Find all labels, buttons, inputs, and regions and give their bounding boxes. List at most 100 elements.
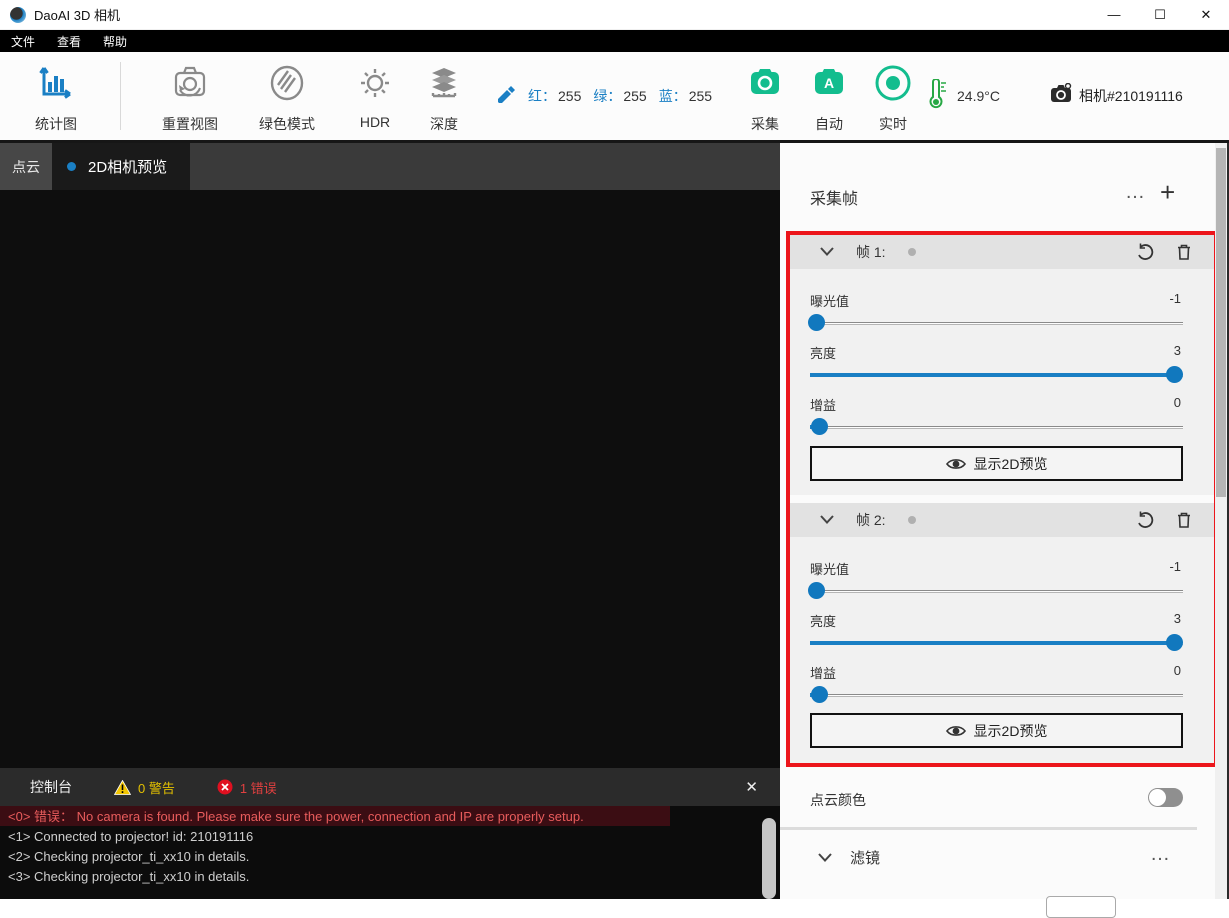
settings-panel: 采集帧 … + 帧 1: 曝光值 -1 亮度 3 增益 0 显示2D预览 帧 2… bbox=[780, 143, 1229, 918]
hdr-button[interactable]: HDR bbox=[340, 60, 410, 130]
add-frame-button[interactable]: + bbox=[1160, 177, 1175, 208]
console-scrollbar[interactable] bbox=[762, 818, 776, 899]
frame1-show-2d-preview-button[interactable]: 显示2D预览 bbox=[810, 446, 1183, 481]
chevron-down-icon[interactable] bbox=[820, 243, 834, 261]
toggle-knob bbox=[1149, 789, 1166, 806]
statistics-button[interactable]: 统计图 bbox=[21, 60, 91, 134]
green-mode-button[interactable]: 绿色模式 bbox=[252, 60, 322, 134]
depth-button[interactable]: 深度 bbox=[409, 60, 479, 134]
panel-scrollbar[interactable] bbox=[1215, 143, 1227, 899]
filter-partial-control[interactable] bbox=[1046, 896, 1116, 918]
menu-bar: 文件 查看 帮助 bbox=[0, 30, 1229, 52]
chevron-down-icon[interactable] bbox=[818, 849, 832, 867]
log-line: <1> Connected to projector! id: 21019111… bbox=[8, 829, 254, 844]
filter-more-button[interactable]: … bbox=[1150, 843, 1171, 866]
slider-thumb[interactable] bbox=[807, 314, 825, 331]
error-badge[interactable]: 1 错误 bbox=[217, 778, 277, 797]
live-button[interactable]: 实时 bbox=[868, 60, 918, 134]
window-title: DaoAI 3D 相机 bbox=[34, 8, 120, 23]
blue-value: 255 bbox=[688, 88, 713, 104]
green-label: 绿： bbox=[593, 88, 622, 104]
warning-badge[interactable]: 0 警告 bbox=[114, 778, 175, 797]
layers-icon bbox=[424, 60, 464, 106]
frame2-exposure-label: 曝光值 bbox=[810, 562, 850, 577]
panel-scrollbar-thumb[interactable] bbox=[1216, 148, 1226, 497]
green-value: 255 bbox=[623, 88, 647, 104]
slider-thumb[interactable] bbox=[807, 582, 825, 599]
pointcloud-color-toggle[interactable] bbox=[1148, 788, 1183, 807]
frame2-delete-icon[interactable] bbox=[1176, 511, 1192, 529]
error-icon bbox=[217, 779, 233, 795]
maximize-button[interactable]: ☐ bbox=[1137, 0, 1183, 30]
frame2-status-dot-icon bbox=[907, 516, 916, 524]
frame1-reset-icon[interactable] bbox=[1136, 243, 1154, 261]
filter-section-title[interactable]: 滤镜 bbox=[850, 847, 880, 868]
toolbar: 统计图 重置视图 绿色模式 HDR 深度 红： 255 绿： 255 蓝： 25… bbox=[0, 52, 1229, 140]
frame1-brightness-value: 3 bbox=[1173, 343, 1181, 358]
window-controls: — ☐ ✕ bbox=[1091, 0, 1229, 30]
tab-pointcloud[interactable]: 点云 bbox=[0, 143, 52, 190]
frame1-delete-icon[interactable] bbox=[1176, 243, 1192, 261]
frame2-gain-label: 增益 bbox=[810, 666, 837, 681]
frames-more-button[interactable]: … bbox=[1125, 181, 1146, 204]
frame1-gain-slider[interactable] bbox=[810, 418, 1183, 436]
slider-thumb[interactable] bbox=[1165, 634, 1183, 651]
slider-fill bbox=[810, 641, 1174, 645]
console-log[interactable]: <0> 错误： No camera is found. Please make … bbox=[0, 806, 780, 899]
console-scrollbar-thumb[interactable] bbox=[762, 818, 776, 899]
auto-button[interactable]: A 自动 bbox=[804, 60, 854, 134]
slider-thumb[interactable] bbox=[1165, 366, 1183, 383]
console-close-button[interactable]: ✕ bbox=[745, 778, 758, 796]
view-tab-bar: 点云 2D相机预览 bbox=[0, 143, 780, 190]
frame1-preview-label: 显示2D预览 bbox=[973, 455, 1048, 472]
red-label: 红： bbox=[528, 88, 556, 104]
slider-thumb[interactable] bbox=[811, 418, 829, 435]
slider-track[interactable] bbox=[810, 694, 1183, 697]
log-line: <2> Checking projector_ti_xx10 in detail… bbox=[8, 849, 250, 864]
frame2-show-2d-preview-button[interactable]: 显示2D预览 bbox=[810, 713, 1183, 748]
frame2-header[interactable]: 帧 2: bbox=[790, 503, 1214, 537]
frame1-brightness-slider[interactable] bbox=[810, 366, 1183, 384]
auto-camera-icon: A bbox=[811, 60, 847, 106]
frame2-exposure-value: -1 bbox=[1169, 559, 1181, 574]
minimize-button[interactable]: — bbox=[1091, 0, 1137, 30]
warning-icon bbox=[114, 779, 131, 795]
frame1-header[interactable]: 帧 1: bbox=[790, 235, 1214, 269]
slider-track[interactable] bbox=[810, 322, 1183, 325]
pixel-picker-readout: 红： 255 绿： 255 蓝： 255 bbox=[496, 52, 712, 140]
frame1-title: 帧 1: bbox=[856, 244, 886, 260]
log-line-error: <0> 错误： No camera is found. Please make … bbox=[0, 806, 670, 826]
frame2-reset-icon[interactable] bbox=[1136, 511, 1154, 529]
camera-reset-icon bbox=[170, 60, 210, 106]
console-header: 控制台 0 警告 1 错误 ✕ bbox=[0, 768, 780, 806]
active-tab-dot-icon bbox=[67, 162, 76, 171]
eyedropper-icon bbox=[496, 85, 516, 108]
pointcloud-color-label: 点云颜色 bbox=[810, 792, 866, 808]
warning-count: 0 警告 bbox=[138, 780, 175, 796]
reset-view-button[interactable]: 重置视图 bbox=[155, 60, 225, 134]
frame2-brightness-slider[interactable] bbox=[810, 634, 1183, 652]
frame1-exposure-slider[interactable] bbox=[807, 314, 1183, 332]
camera-id-icon bbox=[1050, 82, 1072, 110]
menu-view[interactable]: 查看 bbox=[46, 30, 92, 52]
title-bar: DaoAI 3D 相机 — ☐ ✕ bbox=[0, 0, 1229, 30]
tab-2d-label: 2D相机预览 bbox=[88, 159, 168, 176]
eye-icon bbox=[945, 458, 966, 469]
frame2-preview-label: 显示2D预览 bbox=[973, 722, 1048, 739]
frame2-gain-slider[interactable] bbox=[810, 686, 1183, 704]
slider-track[interactable] bbox=[810, 590, 1183, 593]
slider-thumb[interactable] bbox=[811, 686, 829, 703]
frame1-exposure-value: -1 bbox=[1169, 291, 1181, 306]
temperature-value: 24.9°C bbox=[957, 88, 1000, 104]
capture-button[interactable]: 采集 bbox=[740, 60, 790, 134]
slider-track[interactable] bbox=[810, 426, 1183, 429]
capture-camera-icon bbox=[747, 60, 783, 106]
menu-file[interactable]: 文件 bbox=[0, 30, 46, 52]
tab-2d-preview[interactable]: 2D相机预览 bbox=[52, 143, 190, 190]
menu-help[interactable]: 帮助 bbox=[92, 30, 138, 52]
camera-preview-viewport[interactable] bbox=[0, 190, 780, 768]
close-button[interactable]: ✕ bbox=[1183, 0, 1229, 30]
frame2-exposure-slider[interactable] bbox=[807, 582, 1183, 600]
histogram-icon bbox=[37, 60, 75, 106]
chevron-down-icon[interactable] bbox=[820, 511, 834, 529]
